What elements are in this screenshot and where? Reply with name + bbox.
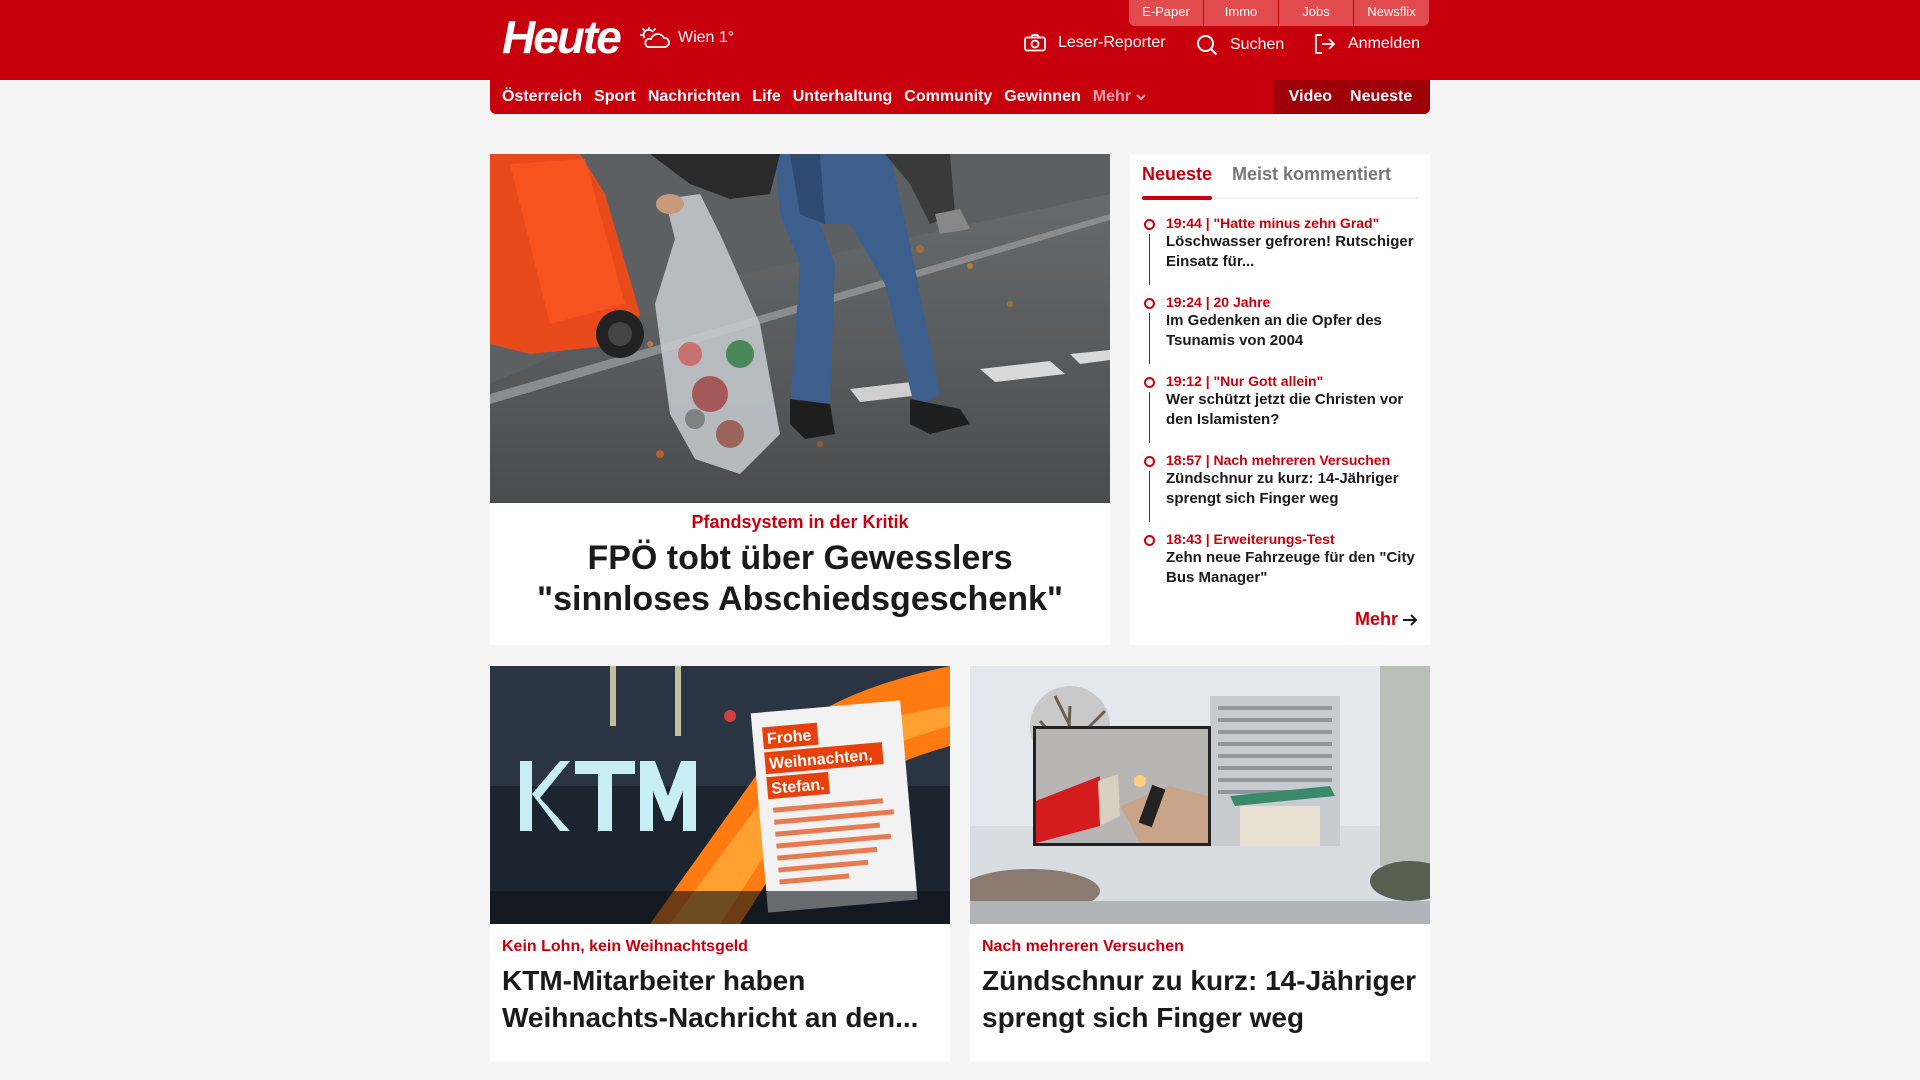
sidebar-tabs: Neueste Meist kommentiert bbox=[1142, 154, 1418, 200]
timeline-item[interactable]: 18:57 | Nach mehreren Versuchen Zündschn… bbox=[1144, 451, 1420, 530]
login-button[interactable]: Anmelden bbox=[1314, 34, 1420, 54]
timeline-title[interactable]: Zündschnur zu kurz: 14-Jähriger sprengt … bbox=[1166, 469, 1420, 509]
timeline-item[interactable]: 19:44 | "Hatte minus zehn Grad" Löschwas… bbox=[1144, 214, 1420, 293]
search-label: Suchen bbox=[1230, 36, 1285, 53]
nav-video[interactable]: Video bbox=[1289, 88, 1332, 106]
chevron-down-icon bbox=[1136, 94, 1146, 101]
nav-item-nachrichten[interactable]: Nachrichten bbox=[648, 88, 740, 106]
top-links: E-Paper Immo Jobs Newsflix bbox=[1129, 0, 1429, 26]
timeline-title[interactable]: Löschwasser gefroren! Rutschiger Einsatz… bbox=[1166, 232, 1420, 272]
top-link-immo[interactable]: Immo bbox=[1204, 0, 1279, 26]
weather-widget[interactable]: Wien 1° bbox=[640, 26, 734, 50]
nav-more-label: Mehr bbox=[1092, 88, 1131, 105]
login-icon bbox=[1315, 34, 1336, 54]
article-card-image[interactable] bbox=[970, 666, 1430, 924]
nav-right-group: Video Neueste bbox=[1273, 80, 1430, 114]
article-card-zuendschnur[interactable]: Nach mehreren Versuchen Zündschnur zu ku… bbox=[970, 666, 1430, 1062]
login-label: Anmelden bbox=[1348, 35, 1421, 52]
timeline-line bbox=[1149, 234, 1150, 285]
weather-text: Wien 1° bbox=[678, 29, 735, 46]
timeline-meta: 18:57 | Nach mehreren Versuchen bbox=[1166, 452, 1391, 468]
top-link-epaper[interactable]: E-Paper bbox=[1129, 0, 1204, 26]
timeline-meta: 19:12 | "Nur Gott allein" bbox=[1166, 373, 1324, 389]
tab-meist-kommentiert[interactable]: Meist kommentiert bbox=[1232, 164, 1391, 185]
search-icon bbox=[1197, 35, 1218, 56]
timeline-title[interactable]: Zehn neue Fahrzeuge für den "City Bus Ma… bbox=[1166, 548, 1420, 588]
timeline-meta: 19:44 | "Hatte minus zehn Grad" bbox=[1166, 215, 1380, 231]
sidebar-more-link[interactable]: Mehr bbox=[1355, 609, 1418, 630]
site-logo[interactable]: Heute bbox=[502, 12, 622, 62]
nav-item-community[interactable]: Community bbox=[904, 88, 992, 106]
article-card-kicker: Nach mehreren Versuchen bbox=[982, 938, 1184, 955]
article-card-image[interactable]: Frohe Weihnachten, Stefan. bbox=[490, 666, 950, 924]
camera-icon bbox=[1024, 34, 1046, 52]
nav-neueste[interactable]: Neueste bbox=[1350, 88, 1412, 106]
article-card-ktm[interactable]: Frohe Weihnachten, Stefan. Kein Lohn, ke… bbox=[490, 666, 950, 1062]
main-nav: Österreich Sport Nachrichten Life Unterh… bbox=[490, 80, 1430, 114]
nav-item-oesterreich[interactable]: Österreich bbox=[502, 88, 582, 106]
timeline-dot bbox=[1144, 219, 1155, 230]
cloud-sun-icon bbox=[640, 27, 670, 48]
sidebar-more-label: Mehr bbox=[1354, 609, 1398, 629]
timeline-dot bbox=[1144, 298, 1155, 309]
news-timeline: 19:44 | "Hatte minus zehn Grad" Löschwas… bbox=[1144, 214, 1420, 609]
hospital-photo bbox=[970, 666, 1430, 924]
leser-reporter-button[interactable]: Leser-Reporter bbox=[1024, 34, 1166, 52]
search-button[interactable]: Suchen bbox=[1196, 34, 1284, 56]
timeline-line bbox=[1149, 313, 1150, 364]
arrow-right-icon bbox=[1403, 613, 1418, 626]
nav-item-unterhaltung[interactable]: Unterhaltung bbox=[793, 88, 893, 106]
timeline-meta: 18:43 | Erweiterungs-Test bbox=[1166, 531, 1335, 547]
lead-article-title[interactable]: FPÖ tobt über Gewesslers "sinnloses Absc… bbox=[490, 538, 1110, 620]
top-link-jobs[interactable]: Jobs bbox=[1279, 0, 1354, 26]
article-card-kicker: Kein Lohn, kein Weihnachtsgeld bbox=[502, 938, 748, 955]
timeline-line bbox=[1149, 471, 1150, 522]
timeline-item[interactable]: 18:43 | Erweiterungs-Test Zehn neue Fahr… bbox=[1144, 530, 1420, 609]
lead-article-image[interactable] bbox=[490, 154, 1110, 503]
timeline-title[interactable]: Wer schützt jetzt die Christen vor den I… bbox=[1166, 390, 1420, 430]
tab-neueste[interactable]: Neueste bbox=[1142, 164, 1213, 200]
nav-item-life[interactable]: Life bbox=[752, 88, 780, 106]
lead-photo bbox=[490, 154, 1110, 503]
leser-reporter-label: Leser-Reporter bbox=[1058, 34, 1166, 51]
article-card-title[interactable]: KTM-Mitarbeiter haben Weihnachts-Nachric… bbox=[502, 962, 938, 1036]
top-link-newsflix[interactable]: Newsflix bbox=[1354, 0, 1429, 26]
site-header: Heute Wien 1° E-Paper Immo Jobs Newsflix… bbox=[0, 0, 1920, 80]
timeline-dot bbox=[1144, 535, 1155, 546]
timeline-title[interactable]: Im Gedenken an die Opfer des Tsunamis vo… bbox=[1166, 311, 1420, 351]
timeline-dot bbox=[1144, 456, 1155, 467]
timeline-meta: 19:24 | 20 Jahre bbox=[1166, 294, 1271, 310]
timeline-line bbox=[1149, 392, 1150, 443]
news-sidebar: Neueste Meist kommentiert 19:44 | "Hatte… bbox=[1130, 154, 1430, 645]
nav-item-sport[interactable]: Sport bbox=[594, 88, 636, 106]
lead-article-kicker: Pfandsystem in der Kritik bbox=[691, 512, 909, 532]
timeline-dot bbox=[1144, 377, 1155, 388]
nav-item-gewinnen[interactable]: Gewinnen bbox=[1004, 88, 1080, 106]
timeline-item[interactable]: 19:12 | "Nur Gott allein" Wer schützt je… bbox=[1144, 372, 1420, 451]
nav-more-dropdown[interactable]: Mehr bbox=[1093, 88, 1148, 106]
article-card-title[interactable]: Zündschnur zu kurz: 14-Jähriger sprengt … bbox=[982, 962, 1418, 1036]
lead-article[interactable]: Pfandsystem in der Kritik FPÖ tobt über … bbox=[490, 154, 1110, 645]
ktm-photo: Frohe Weihnachten, Stefan. bbox=[490, 666, 950, 924]
timeline-item[interactable]: 19:24 | 20 Jahre Im Gedenken an die Opfe… bbox=[1144, 293, 1420, 372]
